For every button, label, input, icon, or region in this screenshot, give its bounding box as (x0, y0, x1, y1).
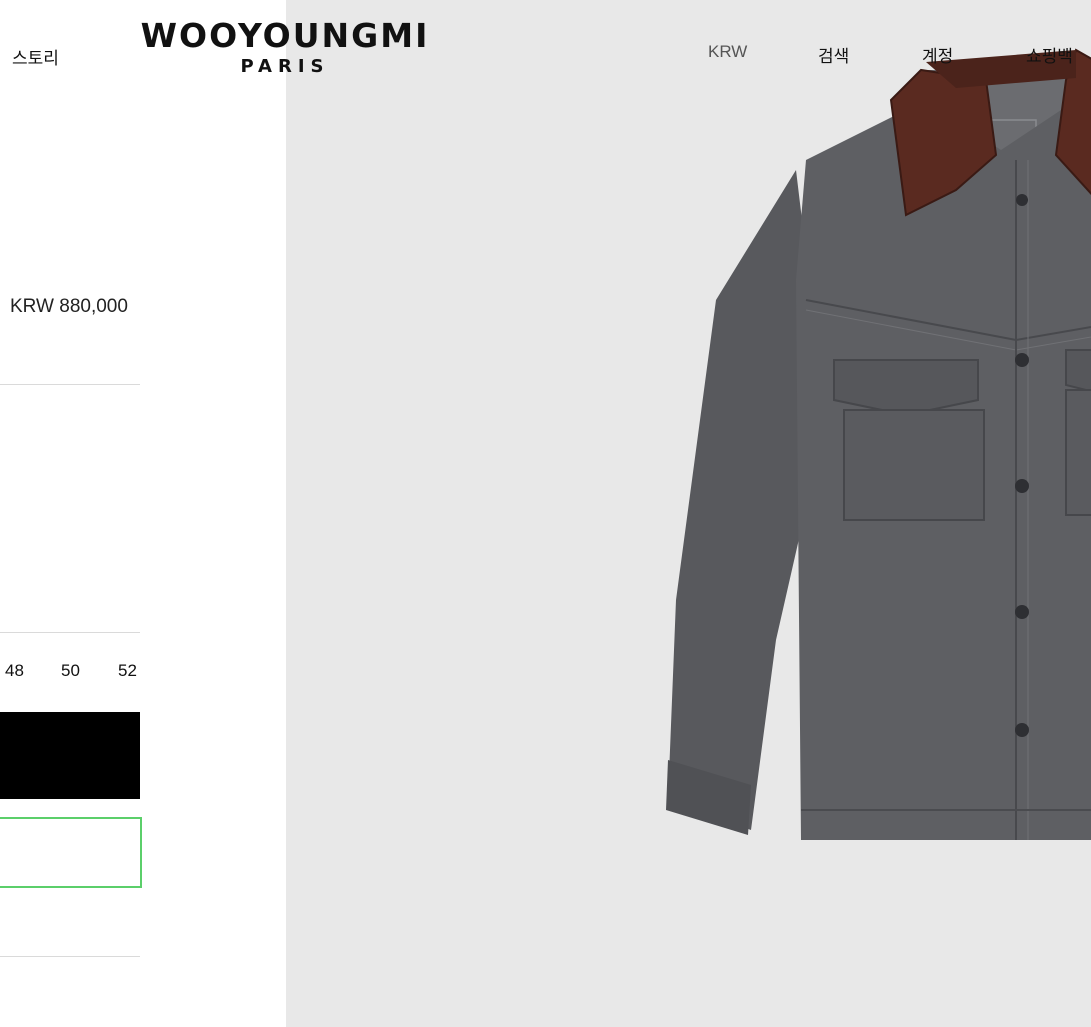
shopping-bag-link[interactable]: 쇼핑백 (1026, 42, 1073, 67)
size-option-52[interactable]: 52 (118, 661, 137, 681)
product-image-panel (286, 0, 1091, 1027)
logo-wordmark: WOOYOUNGMI (140, 16, 430, 55)
product-image-denim-jacket[interactable] (656, 40, 1091, 870)
product-price: KRW 880,000 (10, 296, 128, 317)
add-to-bag-button[interactable] (0, 712, 140, 799)
size-option-50[interactable]: 50 (61, 661, 80, 681)
size-option-48[interactable]: 48 (5, 661, 24, 681)
product-info-panel: 스토리 KRW 880,000 48 50 52 (0, 0, 286, 1027)
search-link[interactable]: 검색 (818, 42, 849, 67)
account-link[interactable]: 계정 (922, 42, 953, 67)
divider (0, 384, 140, 385)
divider (0, 632, 140, 633)
nav-story-link[interactable]: 스토리 (12, 44, 59, 69)
divider (0, 956, 140, 957)
logo-subtitle: PARIS (240, 56, 330, 77)
brand-logo[interactable]: WOOYOUNGMI PARIS (125, 18, 445, 78)
secondary-action-button[interactable] (0, 817, 142, 888)
currency-selector[interactable]: KRW (708, 42, 747, 62)
